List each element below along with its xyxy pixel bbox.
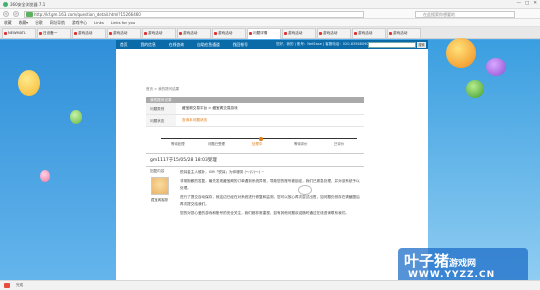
balloon-icon	[40, 170, 50, 182]
answer-label: 回复内容	[150, 169, 165, 173]
answer-block: 回复内容 藏宝阁客服 悦耳金主人候补，GM「悦耳」为你服务 (～)▽(～) ~ …	[146, 167, 364, 287]
grape-icon	[486, 58, 506, 76]
detail-row: 问题类别 藏宝阁交易平台 > 藏宝阁交易游戏	[146, 103, 364, 115]
url-input[interactable]: http://kf.gm.163.com/question_detail.htm…	[24, 10, 364, 18]
bookmarks-bar: 收藏 收藏▾ 谷歌 网址导航 游戏中心 Links Links for you	[0, 19, 540, 27]
step-label: 等待处理	[171, 142, 185, 146]
user-info: 您好，我的 | 账号：NetEase | 客服电话：020-83568090	[276, 42, 369, 46]
window-controls: — □ ✕	[516, 1, 537, 6]
leaf-icon	[466, 80, 484, 98]
close-button[interactable]: ✕	[533, 1, 537, 6]
browser-tab[interactable]: 游戏活动	[107, 28, 141, 38]
step-label: 等待评价	[294, 142, 308, 146]
search-placeholder: 在此搜索你想要的	[423, 11, 455, 17]
site-nav: 首页 我的信息 在线咨询 自助应急通道 找回帐号 您好，我的 | 账号：NetE…	[116, 40, 428, 49]
site-watermark: 叶子猪游戏网 WWW.YYZZ.CN	[398, 248, 528, 284]
watermark-title: 叶子猪游戏网	[404, 250, 476, 271]
browser-tab[interactable]: 游戏活动	[352, 28, 386, 38]
status-text: 完成	[16, 283, 24, 287]
back-icon[interactable]: ‹	[3, 11, 9, 17]
secure-site-icon	[26, 12, 33, 17]
answer-paragraph: 进行了提交自动保存，就这边已经在对系统进行修复和监测，您可以放心再次尝试出售，如…	[180, 195, 360, 206]
product-label: 问题类别	[146, 103, 176, 114]
search-input[interactable]: 在此搜索你想要的	[415, 10, 515, 18]
forward-icon[interactable]: ›	[13, 11, 19, 17]
bookmark-item[interactable]: 游戏中心	[72, 20, 87, 26]
browser-tab[interactable]: NEWMATL	[2, 28, 36, 38]
url-text: http://kf.gm.163.com/question_detail.htm…	[34, 11, 141, 17]
site-nav-item[interactable]: 找回帐号	[233, 42, 248, 48]
bookmark-item[interactable]: 收藏▾	[19, 20, 29, 26]
answer-paragraph: 悦耳金主人候补，GM「悦耳」为你服务 (～)▽(～) ~	[180, 170, 265, 174]
progress-steps: 等待处理 问题已受理 处理中 等待评价 已评价	[146, 129, 364, 151]
bookmark-item[interactable]: 谷歌	[35, 20, 43, 26]
window-title: 360安全浏览器 7.1	[10, 2, 46, 7]
product-value: 藏宝阁交易平台 > 藏宝阁交易游戏	[182, 106, 238, 110]
maximize-button[interactable]: □	[525, 1, 529, 6]
minimize-button[interactable]: —	[516, 1, 521, 6]
browser-tab-active[interactable]: 问题详情	[247, 28, 281, 39]
question-detail-panel: 我的提问记录 问题类别 藏宝阁交易平台 > 藏宝阁交易游戏 问题状态 查询本问题…	[146, 97, 364, 279]
balloon-icon	[70, 110, 82, 124]
site-nav-item[interactable]: 首页	[120, 42, 128, 48]
bookmark-item[interactable]: 收藏	[4, 20, 12, 26]
site-nav-item[interactable]: 我的信息	[141, 42, 156, 48]
step-label: 已评价	[334, 142, 345, 146]
browser-tab[interactable]: 游戏活动	[387, 28, 421, 38]
status-icon	[4, 283, 10, 288]
browser-tab[interactable]: 游戏活动	[177, 28, 211, 38]
browser-tab[interactable]: 日设备一	[37, 28, 71, 38]
watermark-suffix: 游戏网	[449, 259, 477, 269]
bookmark-item[interactable]: 网址导航	[50, 20, 65, 26]
browser-tab[interactable]: 游戏活动	[142, 28, 176, 38]
balloon-icon	[18, 70, 40, 96]
watermark-brand: 叶子猪	[404, 252, 450, 270]
browser-tab[interactable]: 游戏活动	[317, 28, 351, 38]
browser-tab[interactable]: 游戏活动	[282, 28, 316, 38]
site-search-input[interactable]	[368, 41, 416, 48]
bookmark-item[interactable]: Links	[94, 20, 104, 25]
right-background-art	[428, 38, 540, 280]
answer-text: 悦耳金主人候补，GM「悦耳」为你服务 (～)▽(～) ~ 非常抱歉的答复，最先发…	[180, 169, 360, 219]
watermark-url: WWW.YYZZ.CN	[408, 270, 496, 280]
step-label-current: 处理中	[252, 142, 263, 146]
breadcrumb: 首页 > 我的提问结果	[146, 87, 180, 91]
browser-tab[interactable]: 游戏活动	[72, 28, 106, 38]
site-search-button[interactable]: 搜索	[417, 41, 426, 48]
left-background-art	[0, 40, 116, 280]
browser-tab[interactable]: 游戏活动	[212, 28, 246, 38]
browser-logo-icon	[3, 2, 8, 7]
step-label: 问题已受理	[208, 142, 225, 146]
accepted-text: gm1117于15/05/28 18:03受理	[150, 158, 217, 163]
site-nav-item[interactable]: 在线咨询	[169, 42, 184, 48]
title-bar: 360安全浏览器 7.1 — □ ✕	[0, 0, 540, 9]
fruit-icon	[446, 38, 476, 68]
current-step-dot	[259, 136, 263, 141]
site-nav-item[interactable]: 自助应急通道	[197, 42, 220, 48]
answerer-name: 藏宝阁客服	[151, 198, 168, 202]
answer-paragraph: 您的对您心爱的游戏和账号的安全关注，我们都非常重视，如有其他问题欢迎随时通过在线…	[180, 211, 349, 215]
status-link[interactable]: 查询本问题状态	[176, 118, 207, 123]
answer-paragraph: 非常抱歉的答复，最先发现藏宝阁的订单遇到系统异常，导致您的账号被锁定，我们已紧急…	[180, 179, 360, 190]
address-bar: ‹ › http://kf.gm.163.com/question_detail…	[0, 9, 540, 19]
detail-row: 问题状态 查询本问题状态	[146, 115, 364, 127]
avatar	[151, 177, 169, 195]
bookmark-item[interactable]: Links for you	[111, 20, 135, 25]
status-label: 问题状态	[146, 115, 176, 126]
accepted-line: gm1117于15/05/28 18:03受理	[146, 153, 364, 167]
status-bar: 完成	[0, 280, 540, 290]
